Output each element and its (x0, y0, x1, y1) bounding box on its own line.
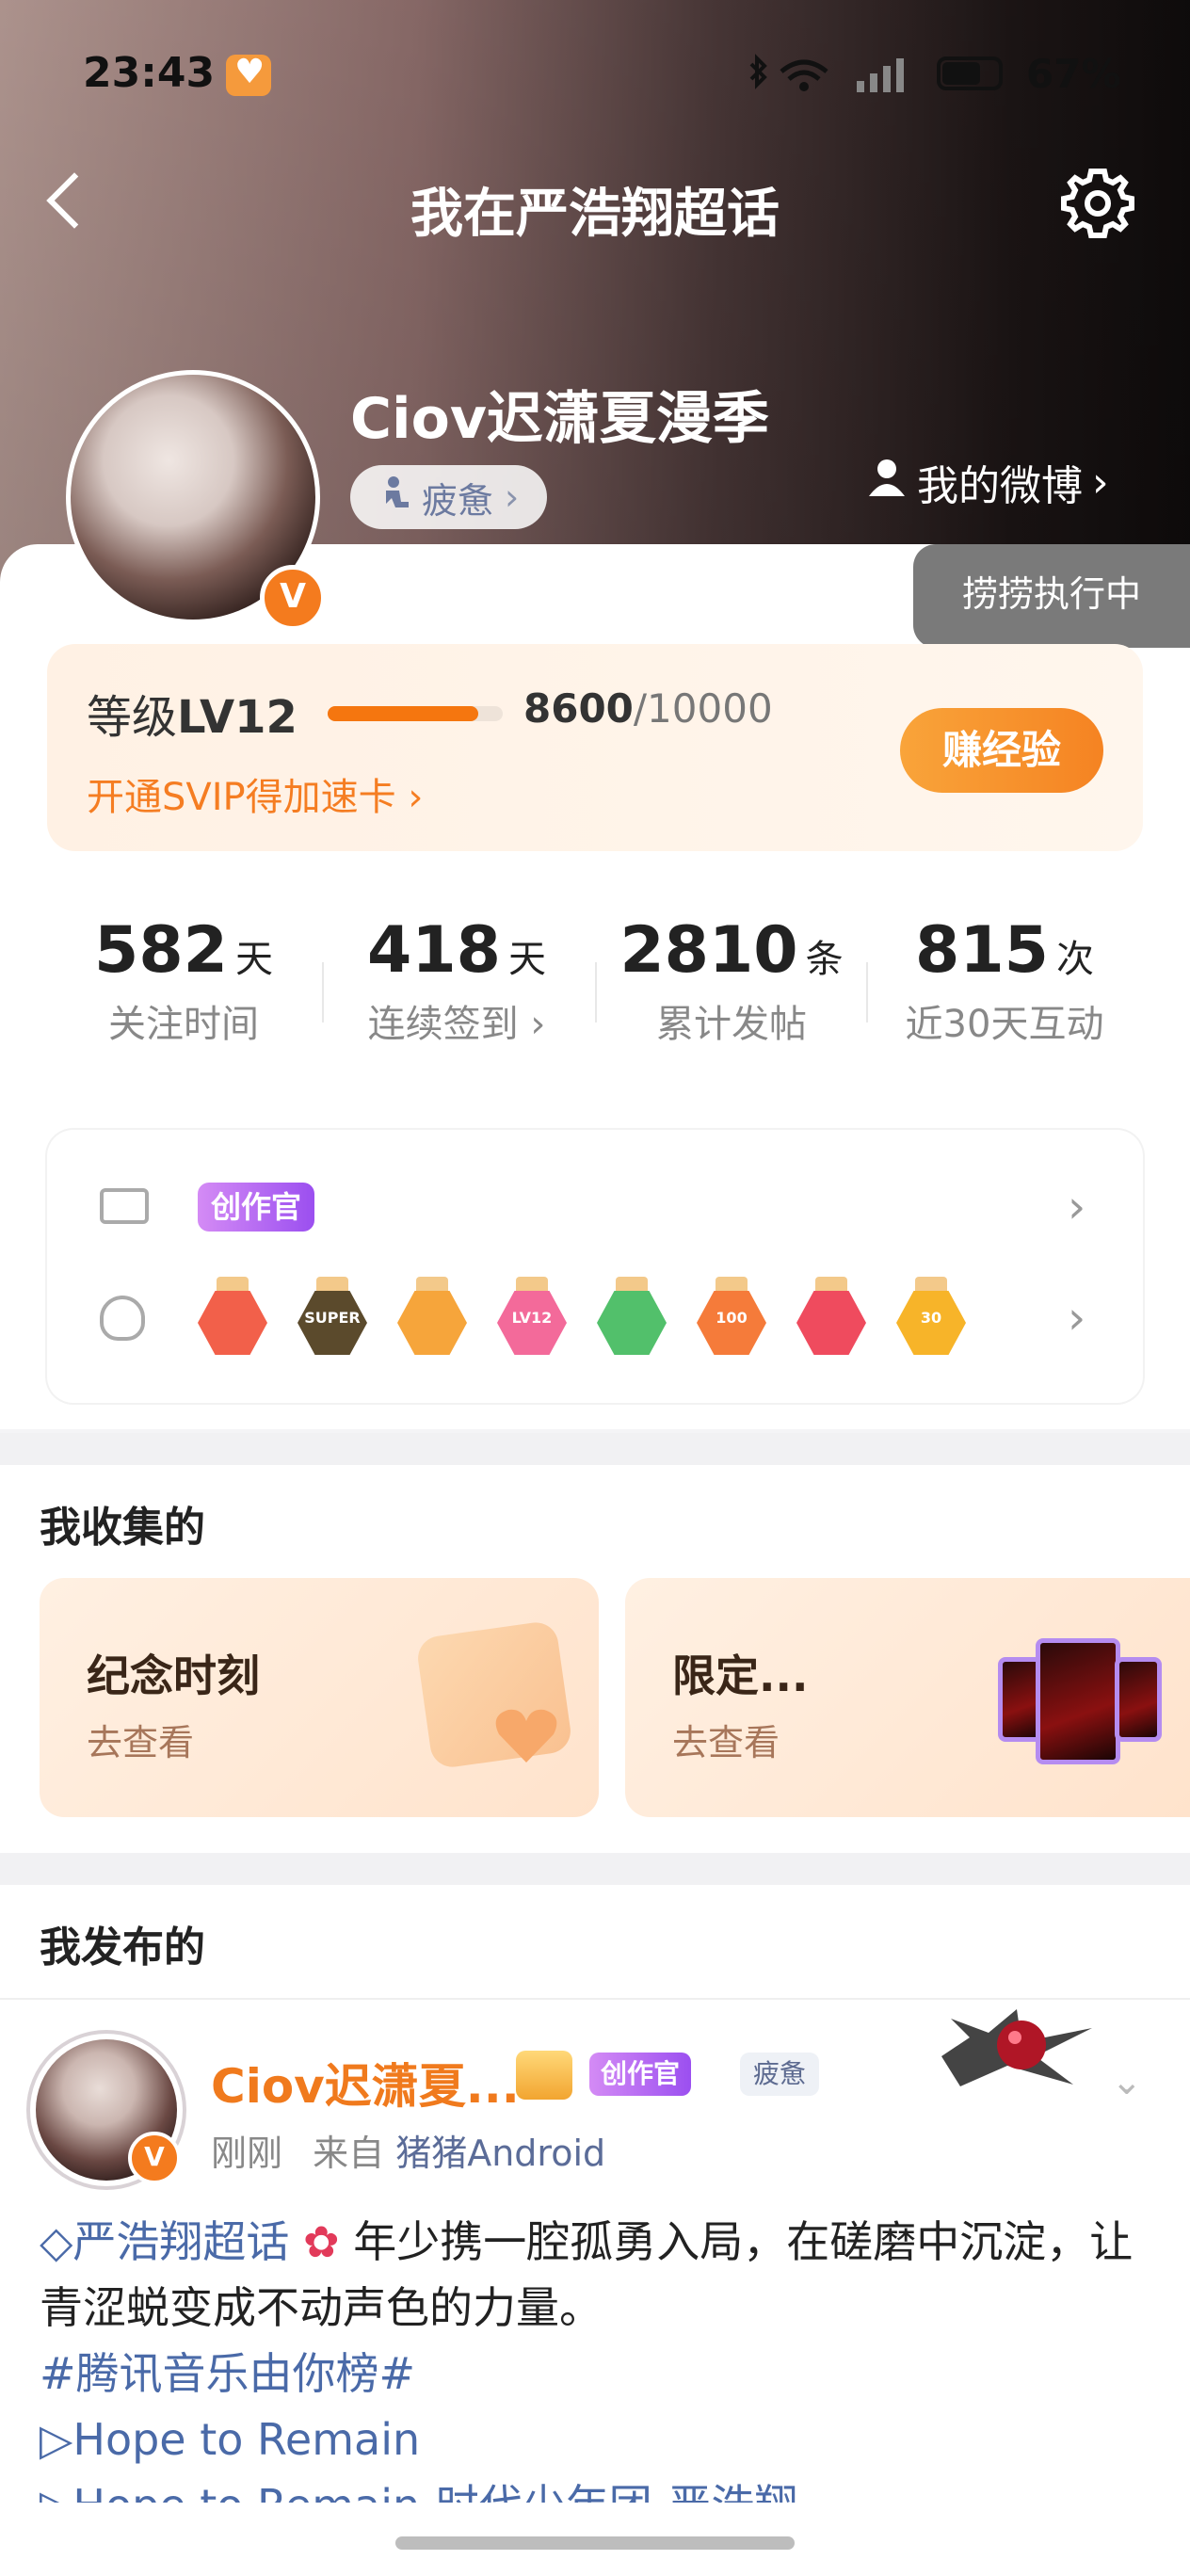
medal-text: SUPER (304, 1309, 361, 1327)
stat-unit: 天 (234, 938, 273, 981)
home-indicator[interactable] (395, 2536, 795, 2550)
honors-card (47, 1130, 1143, 1403)
post-creator-tag: 创作官 (589, 2053, 692, 2096)
level-prefix: 等级 (87, 691, 178, 744)
medal-text: 100 (716, 1309, 748, 1327)
published-title: 我发布的 (40, 1924, 205, 1972)
card-thumbnail (1036, 1638, 1120, 1764)
username: Ciov迟潇夏漫季 (350, 386, 769, 452)
30-days-medal[interactable]: 30 (896, 1277, 966, 1361)
crown-medal[interactable] (397, 1277, 467, 1361)
chevron-right-icon: › (1092, 458, 1109, 507)
post-device[interactable]: 猪猪Android (395, 2133, 605, 2174)
chevron-right-icon: › (505, 476, 520, 518)
my-weibo-link[interactable]: 我的微博 › (866, 452, 1109, 512)
stat-interactions: 815 次 近30天互动 (868, 913, 1141, 1048)
medal-body (397, 1290, 467, 1356)
svip-speedup-link[interactable]: 开通SVIP得加速卡 › (87, 766, 423, 821)
lv12-medal[interactable]: LV12 (497, 1277, 567, 1361)
bluetooth-wifi-signal-icon (749, 54, 904, 92)
level-label: 等级LV12 (87, 680, 298, 746)
level-value: LV12 (177, 691, 298, 744)
page-title: 我在严浩翔超话 (410, 184, 780, 245)
music-link[interactable]: ▷Hope to Remain (40, 2414, 420, 2465)
trophy-medal[interactable] (796, 1277, 866, 1361)
medal-body (198, 1290, 267, 1356)
medal-text: LV12 (511, 1309, 553, 1327)
stat-checkin-days[interactable]: 418 天 连续签到 › (320, 913, 593, 1048)
post-author-name[interactable]: Ciov迟潇夏... (211, 2049, 520, 2117)
exp-text: 8600/10000 (523, 685, 773, 732)
flower-emoji-icon: ✿ (303, 2216, 340, 2267)
post-meta: 刚刚 来自 猪猪Android (211, 2124, 605, 2176)
exp-current: 8600 (523, 685, 634, 732)
post-time: 刚刚 (211, 2133, 283, 2174)
hand-medal[interactable] (597, 1277, 667, 1361)
stat-total-posts: 2810 条 累计发帖 (595, 913, 868, 1048)
heart-illustration (493, 1706, 559, 1766)
battery-percent: 67% (1026, 51, 1121, 97)
card-subtitle: 去查看 (672, 1722, 780, 1763)
id-card-icon (100, 1188, 149, 1224)
post-from-label: 来自 (313, 2133, 385, 2174)
running-tooltip[interactable]: 捞捞执行中 (913, 544, 1190, 648)
earn-exp-button[interactable]: 赚经验 (900, 708, 1103, 793)
section-separator (0, 1853, 1190, 1885)
settings-gear-icon[interactable] (1058, 164, 1137, 243)
status-time: 23:43 (83, 49, 216, 97)
stat-value: 418 (367, 913, 501, 988)
stat-value: 582 (94, 913, 228, 988)
post-body-viewport: ◇严浩翔超话 ✿ 年少携一腔孤勇入局，在磋磨中沉淀，让青涩蜕变成不动声色的力量。… (0, 2209, 1190, 2503)
hashtag-link[interactable]: #腾讯音乐由你榜# (40, 2348, 415, 2399)
level-progress-fill (328, 706, 478, 721)
section-separator (0, 1433, 1190, 1465)
mood-label: 疲惫 (422, 479, 494, 522)
my-weibo-label: 我的微博 (917, 462, 1083, 510)
exp-max: /10000 (633, 685, 773, 732)
stat-label: 连续签到 › (367, 1003, 546, 1046)
heart-app-icon (226, 53, 271, 96)
chevron-down-icon[interactable]: ⌄ (1111, 2060, 1143, 2103)
card-title: 纪念时刻 (87, 1650, 260, 1701)
stat-label: 关注时间 (108, 1003, 259, 1046)
medal-body (796, 1290, 866, 1356)
100-days-medal[interactable]: 100 (697, 1277, 766, 1361)
diamond-icon: ◇ (40, 2216, 73, 2267)
decoration-sticker (932, 2000, 1102, 2090)
verified-badge: V (128, 2132, 181, 2184)
creator-tag[interactable]: 创作官 (198, 1183, 315, 1232)
fox-medal[interactable] (198, 1277, 267, 1361)
medal-outline-icon (100, 1296, 145, 1341)
stat-value: 815 (915, 913, 1049, 988)
card-thumbnail (1115, 1657, 1162, 1742)
battery-level (942, 62, 980, 85)
sitting-person-icon (378, 475, 410, 520)
stat-unit: 天 (507, 938, 546, 981)
crown-badge-icon (516, 2051, 572, 2100)
topic-link[interactable]: ◇严浩翔超话 (40, 2216, 289, 2267)
stat-label: 近30天互动 (905, 1003, 1104, 1046)
topic-label: 严浩翔超话 (72, 2216, 290, 2267)
card-subtitle: 去查看 (87, 1722, 195, 1763)
stat-unit: 次 (1055, 938, 1094, 981)
signal-icons (744, 53, 923, 108)
verified-badge: V (260, 565, 326, 631)
stat-unit: 条 (805, 938, 844, 981)
medal-body (597, 1290, 667, 1356)
stat-value: 2810 (619, 913, 798, 988)
stat-label: 累计发帖 (656, 1003, 807, 1046)
stat-follow-days: 582 天 关注时间 (47, 913, 320, 1048)
card-title: 限定... (672, 1650, 809, 1701)
music-link-2[interactable]: ▷Hope to Remain-时代少年团-严浩翔 (40, 2480, 797, 2503)
mood-chip[interactable]: 疲惫 › (350, 465, 548, 529)
post-body: ◇严浩翔超话 ✿ 年少携一腔孤勇入局，在磋磨中沉淀，让青涩蜕变成不动声色的力量。… (40, 2209, 1160, 2503)
collected-title: 我收集的 (40, 1504, 205, 1552)
chevron-right-icon[interactable]: › (1068, 1181, 1085, 1233)
person-icon (866, 457, 908, 508)
post-mood-tag: 疲惫 (740, 2053, 820, 2096)
medal-text: 30 (920, 1309, 942, 1327)
chevron-right-icon[interactable]: › (1068, 1292, 1085, 1344)
super-medal[interactable]: SUPER (298, 1277, 367, 1361)
